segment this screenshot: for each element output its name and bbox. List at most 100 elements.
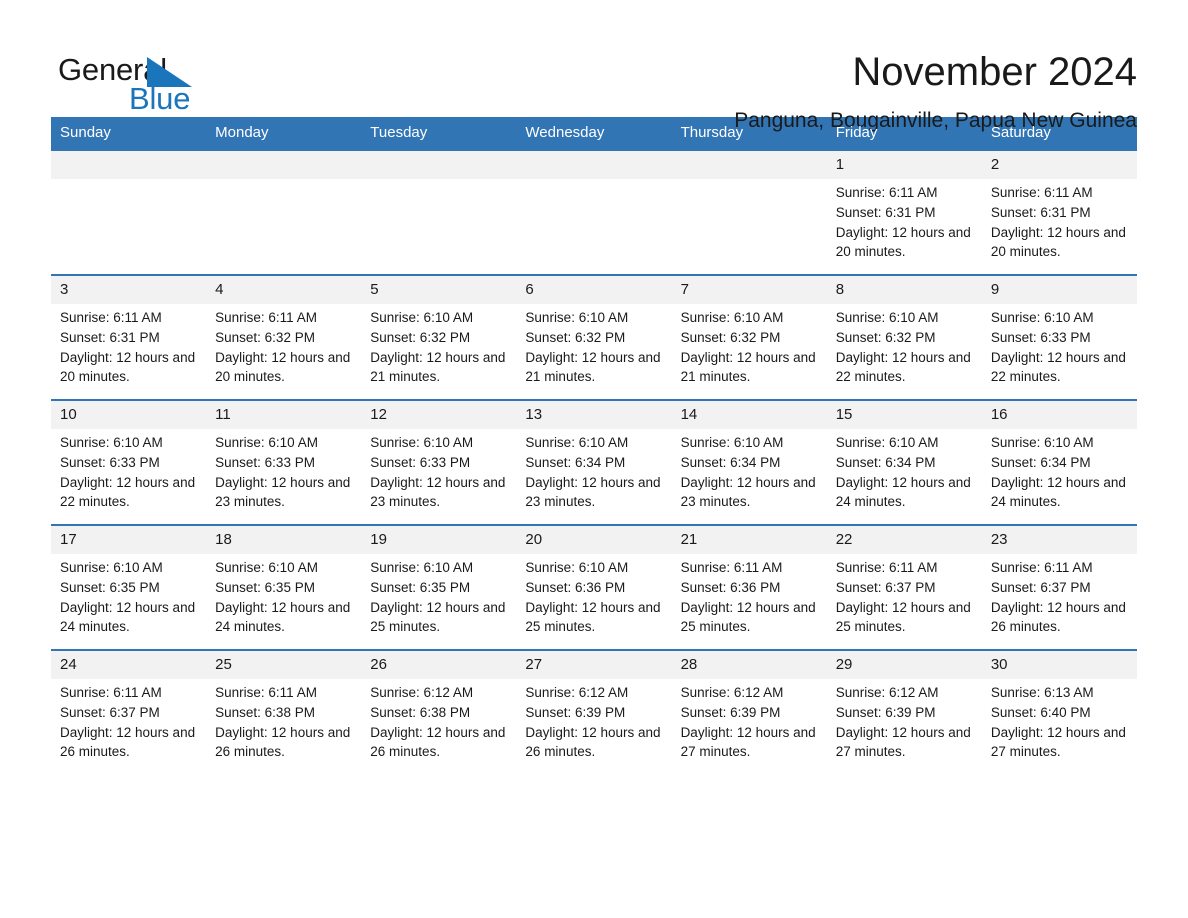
daylight-text: Daylight: 12 hours and 23 minutes. bbox=[370, 474, 506, 510]
sunrise-text: Sunrise: 6:12 AM bbox=[370, 685, 474, 700]
day-number: 15 bbox=[826, 401, 982, 429]
sunrise-text: Sunrise: 6:10 AM bbox=[680, 310, 784, 325]
sunrise-text: Sunrise: 6:11 AM bbox=[990, 185, 1093, 200]
day-number: 12 bbox=[361, 401, 517, 429]
day-details: Sunrise: 6:10 AM Sunset: 6:32 PM Daylight:… bbox=[516, 304, 671, 387]
calendar-day-cell[interactable]: 12 Sunrise: 6:10 AM Sunset: 6:33 PM Dayligh… bbox=[361, 399, 517, 525]
daylight-text: Daylight: 12 hours and 22 minutes. bbox=[990, 349, 1126, 385]
calendar-day-cell[interactable]: 2 Sunrise: 6:11 AM Sunset: 6:31 PM Daylight… bbox=[981, 149, 1137, 275]
sunrise-text: Sunrise: 6:11 AM bbox=[60, 310, 162, 325]
calendar-day-cell[interactable]: 7 Sunrise: 6:10 AM Sunset: 6:32 PM Daylight… bbox=[671, 274, 827, 400]
day-details: Sunrise: 6:10 AM Sunset: 6:36 PM Daylight:… bbox=[516, 554, 671, 637]
day-details: Sunrise: 6:10 AM Sunset: 6:33 PM Daylight:… bbox=[361, 429, 516, 512]
calendar-day-cell[interactable]: 15 Sunrise: 6:10 AM Sunset: 6:34 PM Dayligh… bbox=[826, 399, 982, 525]
title-block: November 2024 Panguna, Bougainville, Pap… bbox=[201, 48, 1137, 136]
sunrise-text: Sunrise: 6:13 AM bbox=[990, 685, 1094, 700]
day-number: 28 bbox=[671, 651, 827, 679]
calendar-day-cell[interactable]: 30 Sunrise: 6:13 AM Sunset: 6:40 PM Dayligh… bbox=[981, 649, 1137, 774]
calendar-week-row: 1 Sunrise: 6:11 AM Sunset: 6:31 PM Daylight… bbox=[51, 149, 1137, 275]
calendar-day-cell[interactable]: 27 Sunrise: 6:12 AM Sunset: 6:39 PM Dayligh… bbox=[516, 649, 672, 774]
sunrise-text: Sunrise: 6:12 AM bbox=[525, 685, 629, 700]
calendar-day-cell[interactable]: 4 Sunrise: 6:11 AM Sunset: 6:32 PM Daylight… bbox=[206, 274, 362, 400]
calendar-day-cell[interactable]: 25 Sunrise: 6:11 AM Sunset: 6:38 PM Dayligh… bbox=[206, 649, 362, 774]
day-details: Sunrise: 6:12 AM Sunset: 6:39 PM Daylight:… bbox=[827, 679, 982, 762]
day-number bbox=[51, 151, 207, 179]
day-details: Sunrise: 6:10 AM Sunset: 6:34 PM Daylight:… bbox=[982, 429, 1137, 512]
sunrise-text: Sunrise: 6:11 AM bbox=[990, 560, 1093, 575]
day-details: Sunrise: 6:10 AM Sunset: 6:32 PM Daylight:… bbox=[827, 304, 982, 387]
day-details: Sunrise: 6:10 AM Sunset: 6:35 PM Daylight:… bbox=[361, 554, 516, 637]
calendar-day-cell[interactable]: 13 Sunrise: 6:10 AM Sunset: 6:34 PM Dayligh… bbox=[516, 399, 672, 525]
calendar-day-cell[interactable]: 9 Sunrise: 6:10 AM Sunset: 6:33 PM Daylight… bbox=[981, 274, 1137, 400]
day-number: 13 bbox=[516, 401, 672, 429]
calendar-day-cell[interactable]: 20 Sunrise: 6:10 AM Sunset: 6:36 PM Dayligh… bbox=[516, 524, 672, 650]
day-details: Sunrise: 6:10 AM Sunset: 6:34 PM Daylight:… bbox=[672, 429, 827, 512]
sunset-text: Sunset: 6:35 PM bbox=[60, 579, 160, 595]
sunrise-text: Sunrise: 6:12 AM bbox=[835, 685, 939, 700]
sunset-text: Sunset: 6:31 PM bbox=[990, 204, 1091, 220]
calendar-day-cell[interactable]: 22 Sunrise: 6:11 AM Sunset: 6:37 PM Dayligh… bbox=[826, 524, 982, 650]
day-details: Sunrise: 6:11 AM Sunset: 6:31 PM Daylight:… bbox=[982, 179, 1137, 262]
day-details: Sunrise: 6:10 AM Sunset: 6:33 PM Daylight:… bbox=[206, 429, 361, 512]
day-number: 10 bbox=[51, 401, 207, 429]
calendar-day-cell[interactable]: 24 Sunrise: 6:11 AM Sunset: 6:37 PM Dayligh… bbox=[51, 649, 207, 774]
calendar-day-cell[interactable]: 23 Sunrise: 6:11 AM Sunset: 6:37 PM Dayligh… bbox=[981, 524, 1137, 650]
sunrise-text: Sunrise: 6:10 AM bbox=[370, 310, 474, 325]
daylight-text: Daylight: 12 hours and 23 minutes. bbox=[215, 474, 351, 510]
daylight-text: Daylight: 12 hours and 24 minutes. bbox=[60, 599, 196, 635]
page-header: General Blue November 2024 Panguna, Boug… bbox=[51, 0, 1137, 132]
daylight-text: Daylight: 12 hours and 26 minutes. bbox=[215, 724, 351, 760]
calendar-body: 1 Sunrise: 6:11 AM Sunset: 6:31 PM Daylight… bbox=[51, 149, 1137, 774]
day-number: 24 bbox=[51, 651, 207, 679]
calendar-day-cell[interactable]: 8 Sunrise: 6:10 AM Sunset: 6:32 PM Daylight… bbox=[826, 274, 982, 400]
day-number: 6 bbox=[516, 276, 672, 304]
daylight-text: Daylight: 12 hours and 21 minutes. bbox=[680, 349, 816, 385]
daylight-text: Daylight: 12 hours and 24 minutes. bbox=[215, 599, 351, 635]
calendar-day-cell[interactable]: 1 Sunrise: 6:11 AM Sunset: 6:31 PM Daylight… bbox=[826, 149, 982, 275]
calendar-day-cell-empty bbox=[51, 149, 207, 275]
calendar-day-cell[interactable]: 18 Sunrise: 6:10 AM Sunset: 6:35 PM Dayligh… bbox=[206, 524, 362, 650]
sunrise-text: Sunrise: 6:11 AM bbox=[215, 685, 317, 700]
calendar-day-cell[interactable]: 5 Sunrise: 6:10 AM Sunset: 6:32 PM Daylight… bbox=[361, 274, 517, 400]
sunrise-text: Sunrise: 6:10 AM bbox=[60, 560, 163, 575]
day-number: 18 bbox=[206, 526, 362, 554]
daylight-text: Daylight: 12 hours and 24 minutes. bbox=[835, 474, 971, 510]
day-details: Sunrise: 6:10 AM Sunset: 6:35 PM Daylight:… bbox=[51, 554, 206, 637]
calendar-day-cell[interactable]: 11 Sunrise: 6:10 AM Sunset: 6:33 PM Dayligh… bbox=[206, 399, 362, 525]
calendar-day-cell[interactable]: 17 Sunrise: 6:10 AM Sunset: 6:35 PM Dayligh… bbox=[51, 524, 207, 650]
calendar-day-cell[interactable]: 6 Sunrise: 6:10 AM Sunset: 6:32 PM Daylight… bbox=[516, 274, 672, 400]
sunset-text: Sunset: 6:40 PM bbox=[990, 704, 1091, 720]
calendar-day-cell[interactable]: 16 Sunrise: 6:10 AM Sunset: 6:34 PM Dayligh… bbox=[981, 399, 1137, 525]
calendar-week-row: 17 Sunrise: 6:10 AM Sunset: 6:35 PM Dayligh… bbox=[51, 524, 1137, 650]
calendar-day-cell[interactable]: 14 Sunrise: 6:10 AM Sunset: 6:34 PM Dayligh… bbox=[671, 399, 827, 525]
sunrise-text: Sunrise: 6:10 AM bbox=[835, 435, 939, 450]
day-number: 8 bbox=[826, 276, 982, 304]
calendar-day-cell[interactable]: 26 Sunrise: 6:12 AM Sunset: 6:38 PM Dayligh… bbox=[361, 649, 517, 774]
day-details: Sunrise: 6:10 AM Sunset: 6:33 PM Daylight:… bbox=[51, 429, 206, 512]
day-number: 27 bbox=[516, 651, 672, 679]
calendar-table: Sunday Monday Tuesday Wednesday Thursday… bbox=[51, 117, 1137, 774]
calendar-day-cell[interactable]: 28 Sunrise: 6:12 AM Sunset: 6:39 PM Dayligh… bbox=[671, 649, 827, 774]
sunrise-text: Sunrise: 6:11 AM bbox=[835, 560, 938, 575]
day-number: 17 bbox=[51, 526, 207, 554]
daylight-text: Daylight: 12 hours and 26 minutes. bbox=[370, 724, 506, 760]
calendar-day-cell[interactable]: 21 Sunrise: 6:11 AM Sunset: 6:36 PM Dayligh… bbox=[671, 524, 827, 650]
calendar-day-cell[interactable]: 19 Sunrise: 6:10 AM Sunset: 6:35 PM Dayligh… bbox=[361, 524, 517, 650]
day-details: Sunrise: 6:11 AM Sunset: 6:36 PM Daylight:… bbox=[672, 554, 827, 637]
calendar-day-cell-empty bbox=[671, 149, 827, 275]
sunrise-text: Sunrise: 6:10 AM bbox=[990, 435, 1094, 450]
day-number: 14 bbox=[671, 401, 827, 429]
sunset-text: Sunset: 6:33 PM bbox=[990, 329, 1091, 345]
calendar-day-cell[interactable]: 10 Sunrise: 6:10 AM Sunset: 6:33 PM Dayligh… bbox=[51, 399, 207, 525]
day-number: 19 bbox=[361, 526, 517, 554]
sunset-text: Sunset: 6:36 PM bbox=[525, 579, 626, 595]
sunrise-text: Sunrise: 6:11 AM bbox=[835, 185, 938, 200]
day-number: 1 bbox=[826, 151, 982, 179]
calendar-day-cell[interactable]: 3 Sunrise: 6:11 AM Sunset: 6:31 PM Daylight… bbox=[51, 274, 207, 400]
sunrise-text: Sunrise: 6:10 AM bbox=[680, 435, 784, 450]
day-number: 23 bbox=[981, 526, 1137, 554]
calendar-day-cell[interactable]: 29 Sunrise: 6:12 AM Sunset: 6:39 PM Dayligh… bbox=[826, 649, 982, 774]
day-number: 30 bbox=[981, 651, 1137, 679]
day-details: Sunrise: 6:10 AM Sunset: 6:32 PM Daylight:… bbox=[361, 304, 516, 387]
day-details: Sunrise: 6:10 AM Sunset: 6:34 PM Daylight:… bbox=[516, 429, 671, 512]
